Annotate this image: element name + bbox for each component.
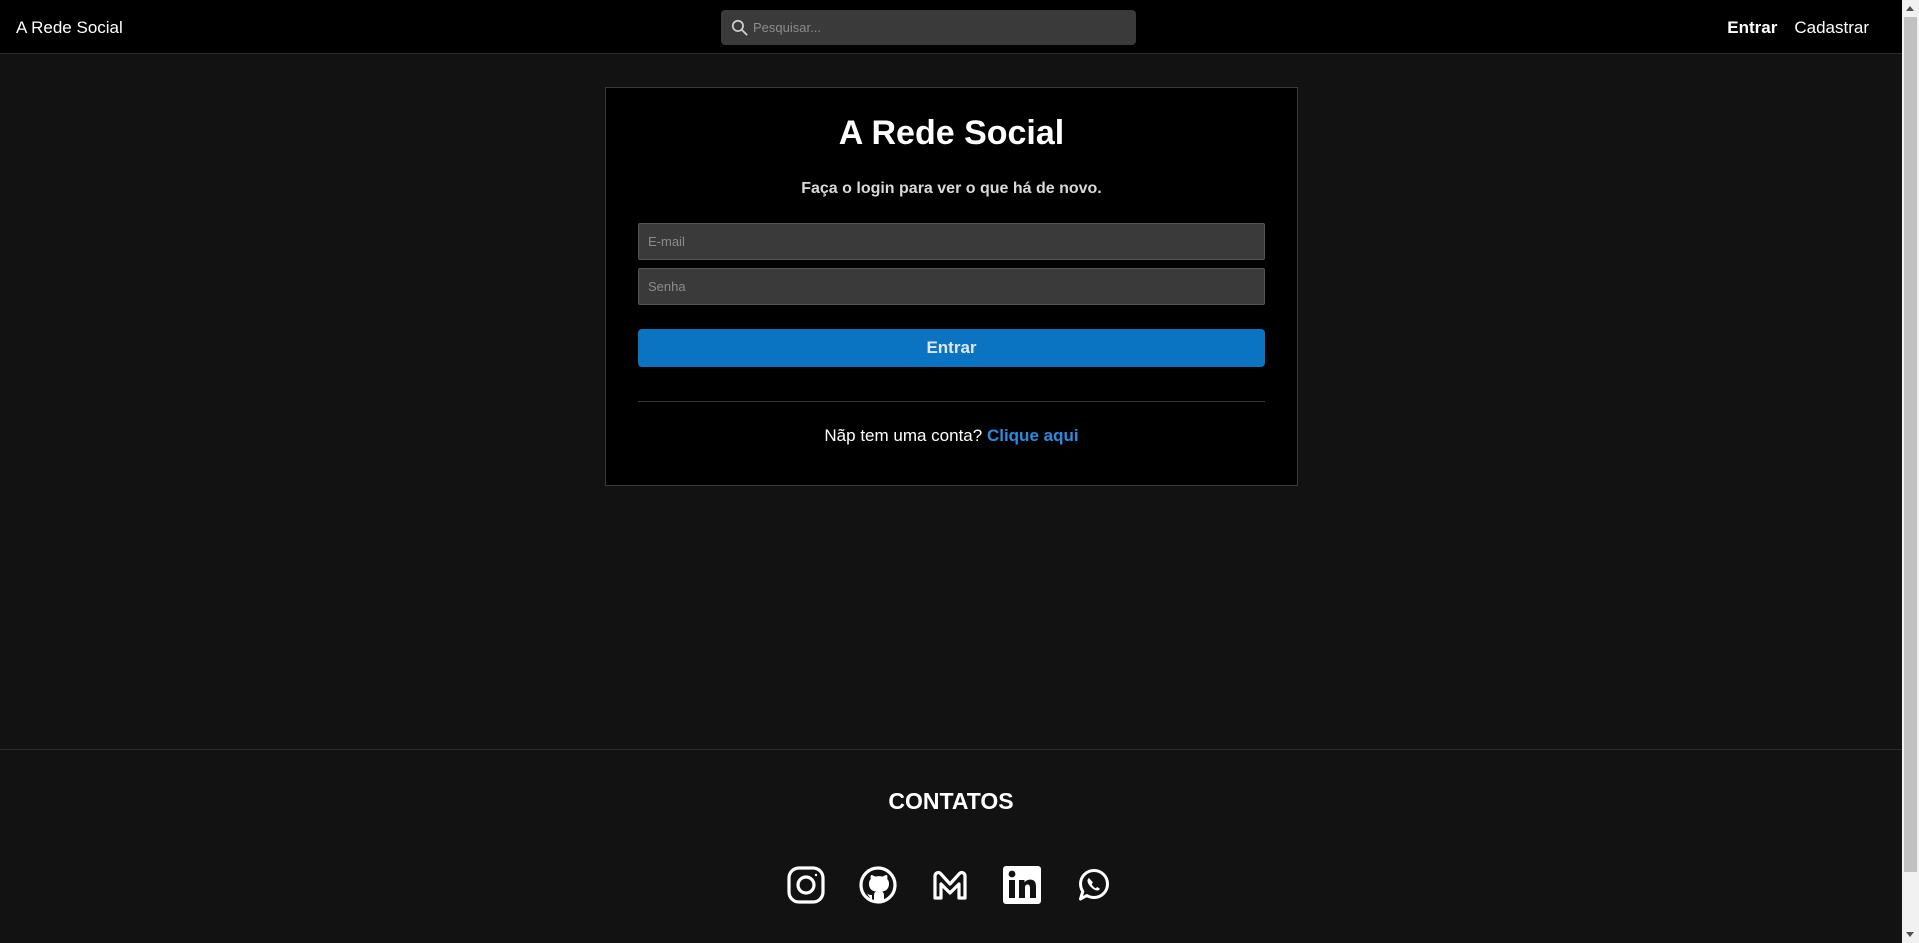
gmail-icon[interactable]	[930, 865, 970, 905]
signup-prompt-line: Nãp tem uma conta? Clique aqui	[606, 426, 1297, 446]
nav-register-link[interactable]: Cadastrar	[1794, 18, 1869, 38]
nav-login-link[interactable]: Entrar	[1727, 18, 1777, 38]
search-bar	[721, 10, 1136, 45]
scrollbar[interactable]	[1902, 0, 1919, 943]
divider	[638, 401, 1265, 402]
email-field[interactable]	[638, 223, 1265, 260]
footer-title: CONTATOS	[888, 788, 1014, 814]
search-input[interactable]	[753, 10, 1128, 45]
login-button[interactable]: Entrar	[638, 329, 1265, 367]
social-links	[786, 865, 1114, 905]
nav-links: Entrar Cadastrar	[1727, 18, 1869, 38]
instagram-icon[interactable]	[786, 865, 826, 905]
scroll-down-arrow-icon[interactable]	[1906, 932, 1914, 937]
footer: CONTATOS	[0, 749, 1902, 943]
linkedin-icon[interactable]	[1002, 865, 1042, 905]
brand-link[interactable]: A Rede Social	[16, 18, 123, 38]
login-subtitle: Faça o login para ver o que há de novo.	[801, 180, 1102, 197]
github-icon[interactable]	[858, 865, 898, 905]
search-icon	[731, 19, 748, 36]
password-field[interactable]	[638, 268, 1265, 305]
login-card: A Rede Social Faça o login para ver o qu…	[605, 87, 1298, 486]
top-navbar: A Rede Social Entrar Cadastrar	[0, 0, 1902, 54]
signup-link[interactable]: Clique aqui	[987, 426, 1079, 445]
whatsapp-icon[interactable]	[1074, 865, 1114, 905]
login-title: A Rede Social	[838, 114, 1065, 152]
signup-prompt: Nãp tem uma conta?	[824, 426, 983, 445]
scroll-up-arrow-icon[interactable]	[1906, 6, 1914, 11]
scrollbar-thumb[interactable]	[1904, 17, 1917, 872]
